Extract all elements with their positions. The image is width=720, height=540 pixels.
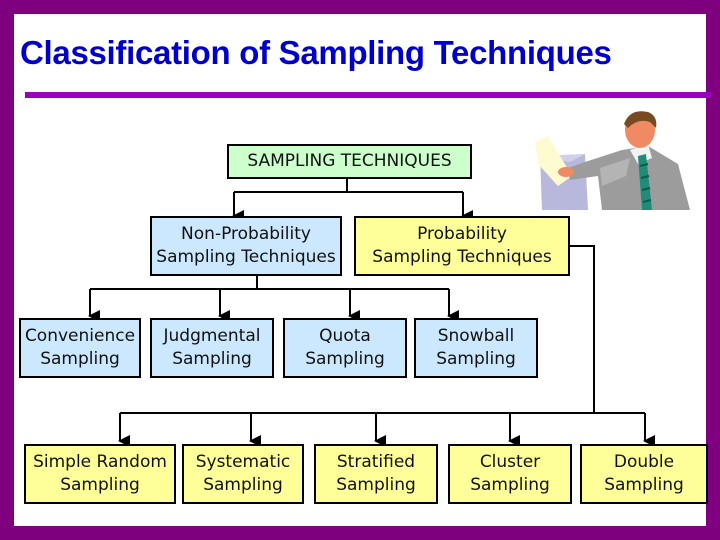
node-cluster-sampling: Cluster Sampling — [448, 444, 572, 504]
node-probability: Probability Sampling Techniques — [354, 216, 570, 276]
node-systematic-sampling: Systematic Sampling — [182, 444, 304, 504]
node-snowball-sampling: Snowball Sampling — [414, 318, 538, 378]
node-judgmental-sampling: Judgmental Sampling — [150, 318, 274, 378]
slide-title: Classification of Sampling Techniques — [20, 34, 612, 71]
node-double-sampling: Double Sampling — [580, 444, 708, 504]
node-simple-random-sampling: Simple Random Sampling — [24, 444, 176, 504]
node-convenience-sampling: Convenience Sampling — [19, 318, 141, 378]
node-stratified-sampling: Stratified Sampling — [314, 444, 438, 504]
businessman-voting-icon — [535, 111, 690, 210]
node-quota-sampling: Quota Sampling — [283, 318, 407, 378]
node-non-probability: Non-Probability Sampling Techniques — [150, 216, 342, 276]
node-sampling-techniques: SAMPLING TECHNIQUES — [227, 144, 472, 179]
title-divider — [25, 92, 711, 98]
